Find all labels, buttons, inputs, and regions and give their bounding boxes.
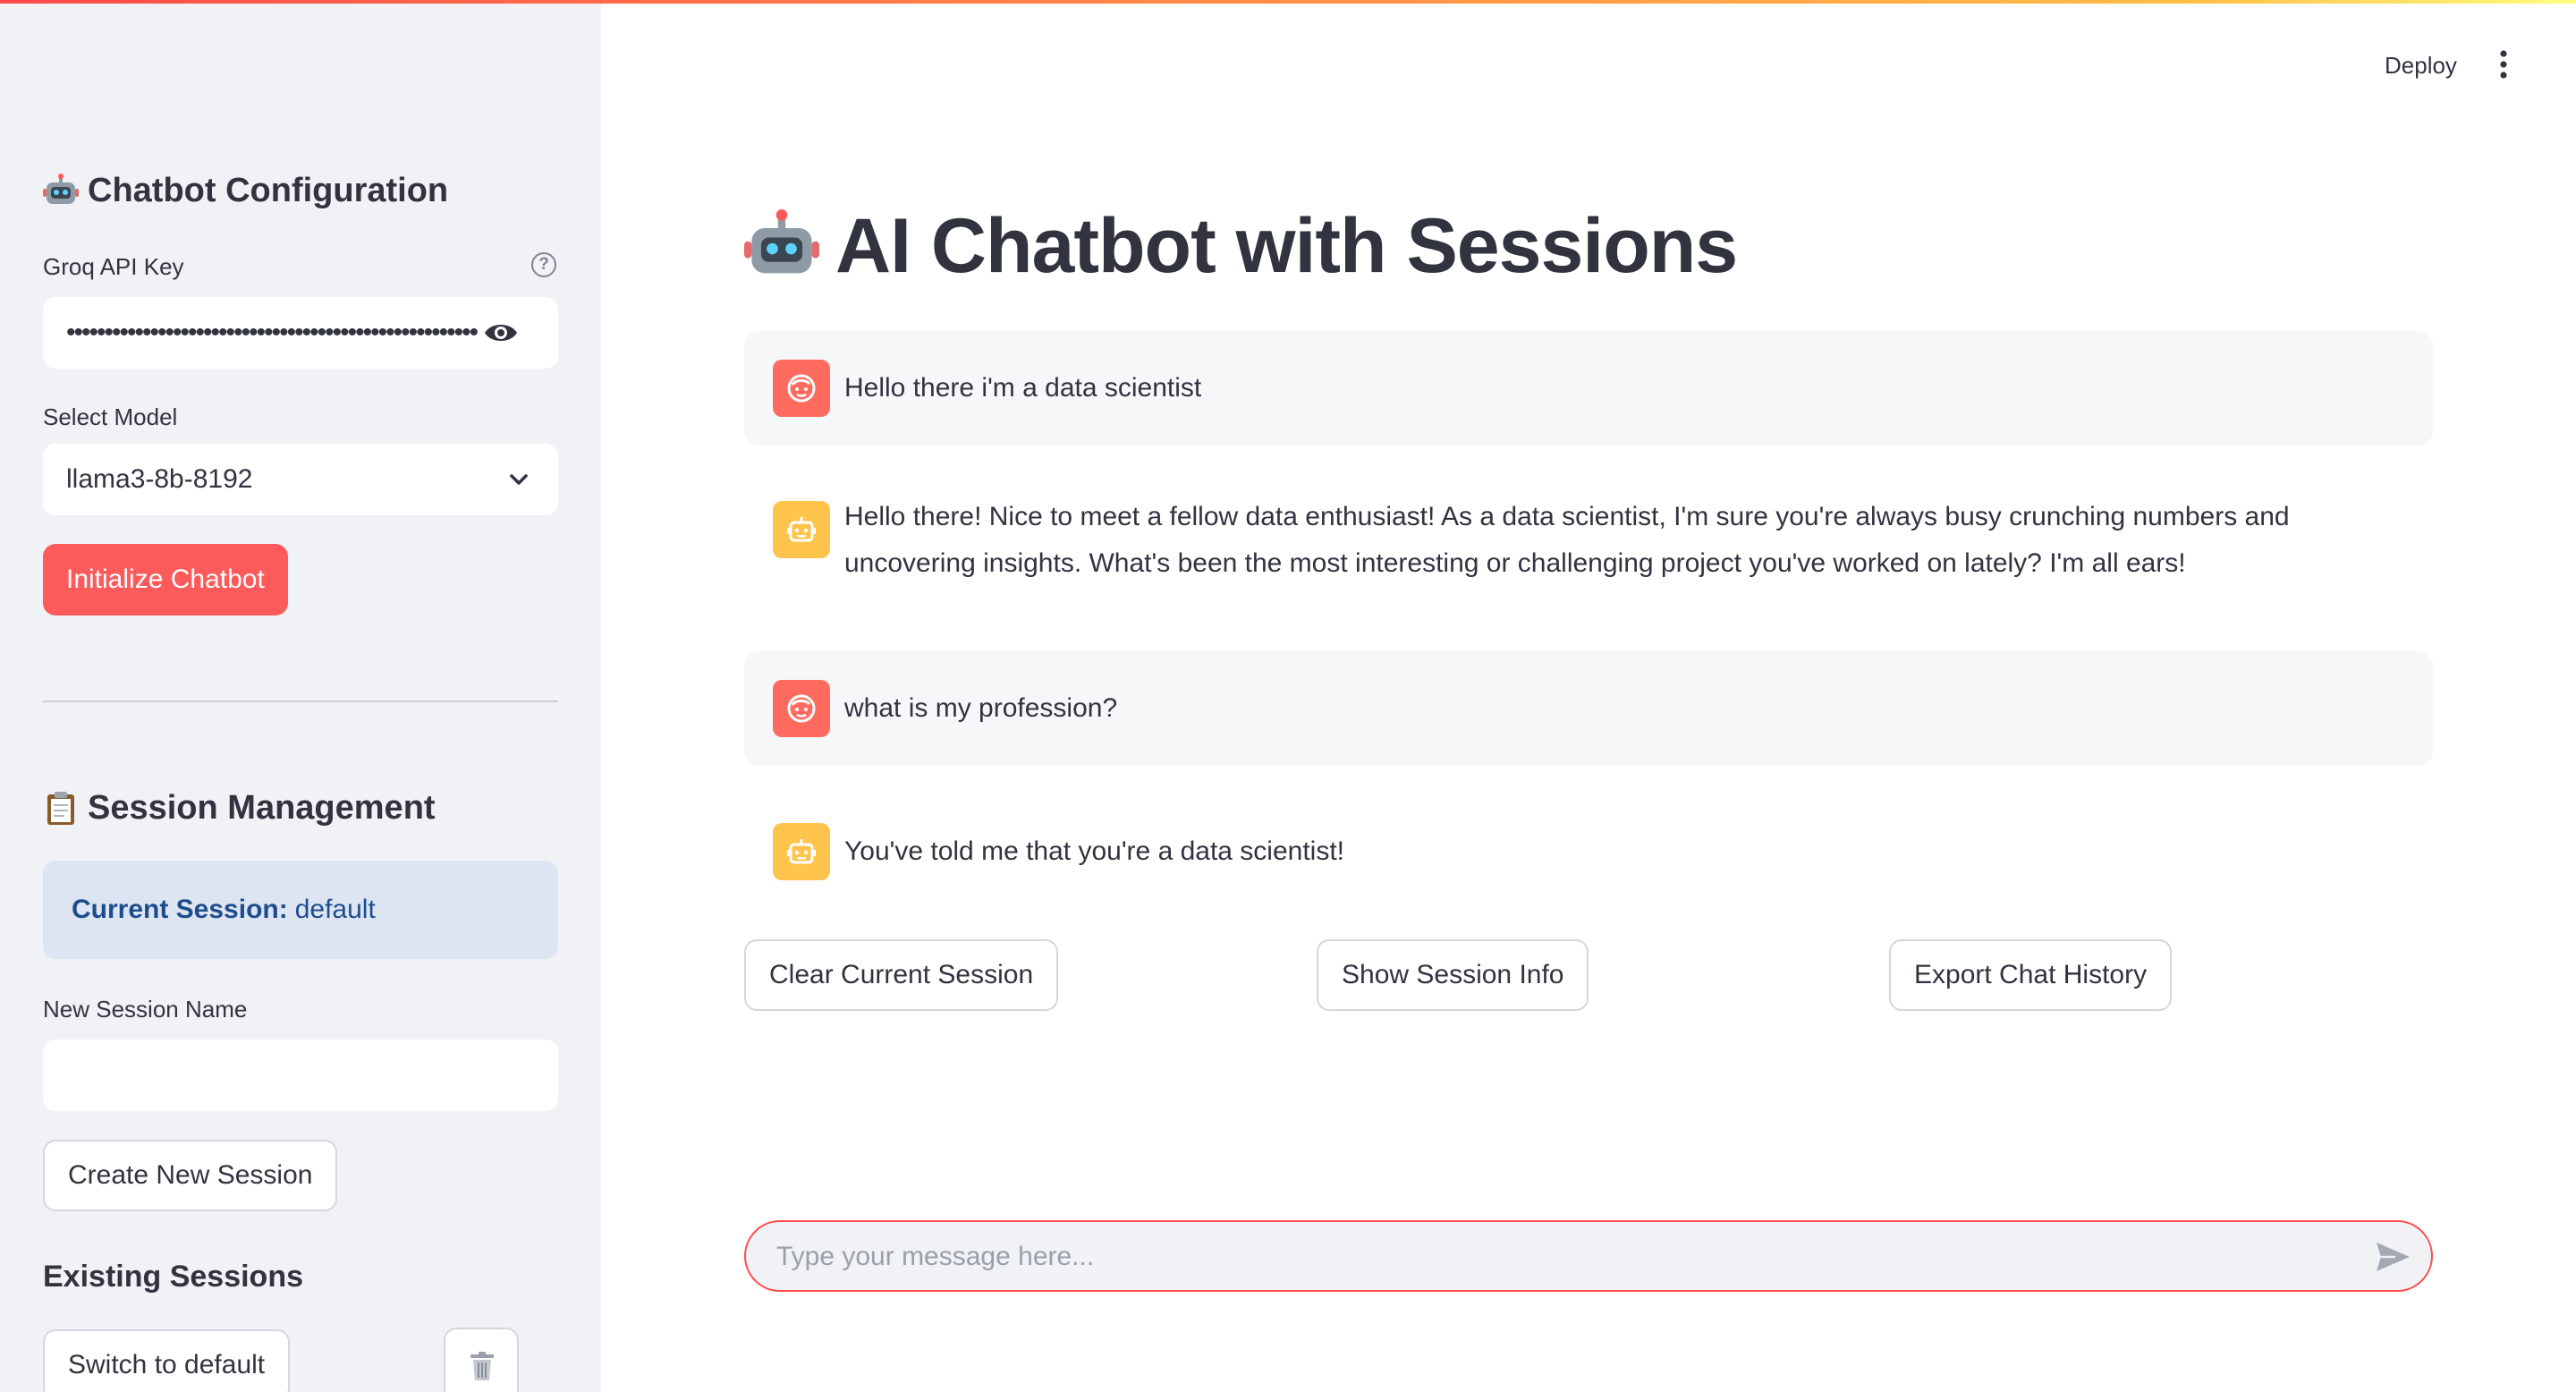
config-heading-text: Chatbot Configuration (88, 172, 449, 209)
model-label: Select Model (43, 403, 178, 430)
chat-message-assistant: Hello there! Nice to meet a fellow data … (744, 474, 2433, 608)
api-key-label: Groq API Key (43, 253, 184, 280)
current-session-label: Current Session: (72, 895, 288, 924)
message-text: You've told me that you're a data scient… (844, 836, 1345, 866)
assistant-avatar (773, 823, 830, 880)
user-avatar (773, 360, 830, 417)
new-session-label: New Session Name (43, 996, 248, 1023)
top-decoration-bar (0, 0, 2576, 4)
robot-icon (43, 173, 79, 204)
current-session-info: Current Session: default (43, 861, 558, 959)
user-avatar (773, 680, 830, 737)
sidebar-divider (43, 700, 558, 702)
user-face-icon (787, 694, 816, 723)
switch-session-button[interactable]: Switch to default (43, 1329, 291, 1392)
kebab-menu-icon[interactable] (2492, 47, 2515, 82)
delete-session-button[interactable] (444, 1328, 519, 1392)
api-key-input[interactable]: ••••••••••••••••••••••••••••••••••••••••… (43, 297, 558, 369)
new-session-input[interactable] (43, 1040, 558, 1111)
initialize-chatbot-button[interactable]: Initialize Chatbot (43, 544, 288, 615)
clipboard-icon (47, 791, 74, 825)
message-text: Hello there! Nice to meet a fellow data … (844, 502, 2290, 578)
chat-message-user: what is my profession? (744, 651, 2433, 766)
send-icon[interactable] (2374, 1240, 2411, 1274)
question-circle-icon[interactable]: ? (531, 252, 556, 277)
user-face-icon (787, 374, 816, 403)
api-key-masked-value: ••••••••••••••••••••••••••••••••••••••••… (66, 318, 479, 347)
chat-message-user: Hello there i'm a data scientist (744, 331, 2433, 446)
current-session-value: default (294, 895, 376, 924)
page-title-text: AI Chatbot with Sessions (835, 203, 1738, 289)
model-selected-value: llama3-8b-8192 (66, 464, 253, 494)
chat-input-container (744, 1220, 2433, 1292)
existing-sessions-heading: Existing Sessions (43, 1260, 303, 1294)
create-session-button[interactable]: Create New Session (43, 1140, 338, 1211)
chevron-down-icon (510, 474, 528, 485)
chat-message-assistant: You've told me that you're a data scient… (744, 794, 2433, 909)
eye-icon[interactable] (483, 318, 519, 347)
session-heading-text: Session Management (88, 789, 436, 827)
clear-session-button[interactable]: Clear Current Session (744, 939, 1059, 1011)
trash-icon (470, 1352, 494, 1380)
export-chat-history-button[interactable]: Export Chat History (1889, 939, 2173, 1011)
message-text: Hello there i'm a data scientist (844, 373, 1202, 403)
model-select[interactable]: llama3-8b-8192 (43, 444, 558, 515)
session-heading: Session Management (43, 789, 436, 828)
sidebar: Chatbot Configuration Groq API Key ? •••… (0, 0, 601, 1392)
robot-icon (744, 208, 819, 273)
chat-input[interactable] (775, 1233, 2334, 1281)
bot-face-icon (787, 839, 816, 864)
bot-face-icon (787, 517, 816, 542)
assistant-avatar (773, 501, 830, 558)
config-heading: Chatbot Configuration (43, 172, 448, 210)
show-session-info-button[interactable]: Show Session Info (1317, 939, 1589, 1011)
message-text: what is my profession? (844, 693, 1118, 723)
deploy-button[interactable]: Deploy (2368, 43, 2473, 88)
page-title: AI Chatbot with Sessions (744, 202, 1738, 291)
